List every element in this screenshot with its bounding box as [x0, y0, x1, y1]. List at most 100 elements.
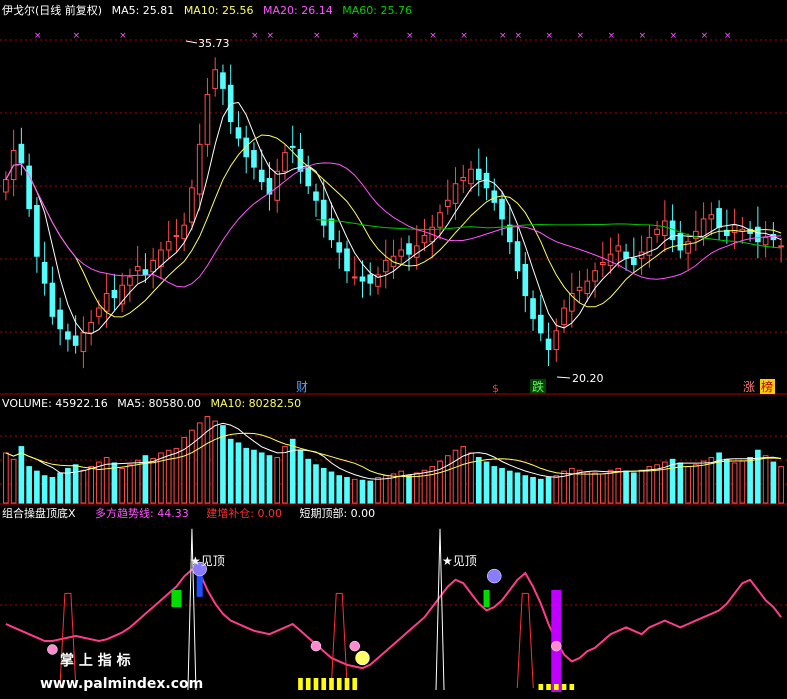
price-candles [3, 57, 784, 369]
volume-bar [646, 466, 653, 504]
candle-body [522, 264, 529, 297]
indicator-legend: 组合操盘顶底X 多方趋势线: 44.33 建增补仓: 0.00 短期顶部: 0.… [2, 506, 381, 522]
volume-bar [359, 479, 366, 504]
tag-die: 跌 [532, 379, 544, 394]
volume-bar [700, 460, 707, 504]
volume-bar [491, 466, 498, 504]
candle-body [72, 335, 79, 346]
volume-bar [452, 449, 459, 504]
indicator-legend-add: 建增补仓: 0.00 [206, 507, 282, 520]
x-marker: × [266, 31, 274, 41]
x-marker: × [73, 31, 81, 41]
candle-body [150, 259, 156, 273]
volume-legend-ma5: MA5: 80580.00 [117, 397, 201, 410]
volume-bar [196, 422, 203, 504]
volume-bar [599, 473, 606, 504]
volume-bar [320, 467, 327, 504]
candle-body [693, 230, 699, 240]
volume-bar [584, 471, 591, 504]
chart-svg: × × × × × × × × × × × × × × × × × × × 35.73 20.20 财 $ 跌 涨 … [0, 31, 787, 692]
volume-bar [522, 475, 529, 504]
volume-bar [282, 446, 288, 504]
volume-bar [344, 477, 350, 504]
candle-body [173, 235, 180, 238]
volume-bar [770, 461, 777, 504]
indicator-legend-top: 短期顶部: 0.00 [299, 507, 376, 520]
volume-bar [778, 466, 784, 504]
watermark-line1: 掌 上 指 标 [60, 652, 131, 669]
candle-body [57, 309, 63, 330]
price-legend-ma5: MA5: 25.81 [111, 4, 175, 17]
x-marker: × [499, 31, 507, 41]
candle-body [421, 235, 428, 244]
x-marker: × [34, 31, 42, 41]
candle-body [96, 307, 102, 317]
tag-bang: 榜 [761, 379, 773, 394]
candle-body [499, 198, 505, 220]
base-block [538, 684, 544, 690]
signal-bar-blue [196, 573, 203, 597]
volume-bar [607, 469, 614, 504]
x-marker: × [515, 31, 523, 41]
candle-body [615, 245, 622, 252]
candle-body [762, 237, 769, 246]
x-marker: × [429, 31, 437, 41]
candle-body [514, 241, 521, 272]
volume-bar [514, 472, 521, 504]
volume-bar [367, 480, 374, 504]
x-marker: × [352, 31, 360, 41]
base-block [321, 678, 327, 690]
candle-body [607, 253, 614, 267]
volume-bar [662, 461, 668, 504]
price-legend-ma20: MA20: 26.14 [263, 4, 333, 17]
base-block [344, 678, 350, 690]
volume-legend: VOLUME: 45922.16 MA5: 80580.00 MA10: 802… [2, 396, 307, 412]
volume-bar [26, 466, 32, 504]
top-mark-2: ★见顶 [442, 554, 477, 568]
volume-bar [111, 462, 118, 504]
volume-bar [127, 464, 133, 504]
volume-bar [289, 438, 296, 504]
volume-bar [41, 475, 48, 504]
x-marker: × [639, 31, 647, 41]
volume-bar [669, 458, 676, 504]
volume-bar [80, 469, 87, 504]
candle-body [444, 199, 451, 208]
top-signal-spike [187, 528, 197, 691]
candle-body [134, 266, 141, 272]
volume-bar [297, 449, 304, 504]
volume-bar [406, 475, 412, 504]
candle-body [631, 257, 637, 266]
volume-bar [437, 460, 443, 504]
volume-bar [251, 449, 257, 504]
diamond-icon [310, 640, 322, 652]
candle-body [359, 276, 366, 282]
volume-bar [266, 455, 273, 504]
volume-bar [382, 475, 389, 504]
bottom-signal-trapezoid [330, 592, 348, 689]
volume-bar [181, 436, 188, 504]
price-legend: 伊戈尔(日线 前复权) MA5: 25.81 MA10: 25.56 MA20:… [2, 3, 418, 19]
base-block [546, 684, 551, 690]
volume-bar [375, 477, 381, 504]
volume-bar [631, 472, 637, 504]
volume-bar [530, 477, 536, 504]
candle-body [88, 322, 94, 334]
volume-bar [475, 457, 482, 504]
candle-body [662, 220, 668, 237]
volume-bar [235, 442, 242, 504]
base-block [569, 684, 575, 690]
volume-bar [537, 478, 544, 504]
candle-body [282, 152, 288, 172]
candle-body [165, 241, 172, 251]
volume-bar [545, 477, 552, 504]
candle-body [731, 224, 738, 233]
volume-bar [18, 446, 25, 504]
volume-bar [10, 458, 17, 504]
volume-bar [313, 464, 319, 504]
candle-body [452, 183, 459, 204]
volume-bar [444, 455, 451, 504]
candle-body [491, 190, 498, 203]
volume-bar [592, 472, 598, 504]
price-legend-ma60: MA60: 25.76 [342, 4, 412, 17]
